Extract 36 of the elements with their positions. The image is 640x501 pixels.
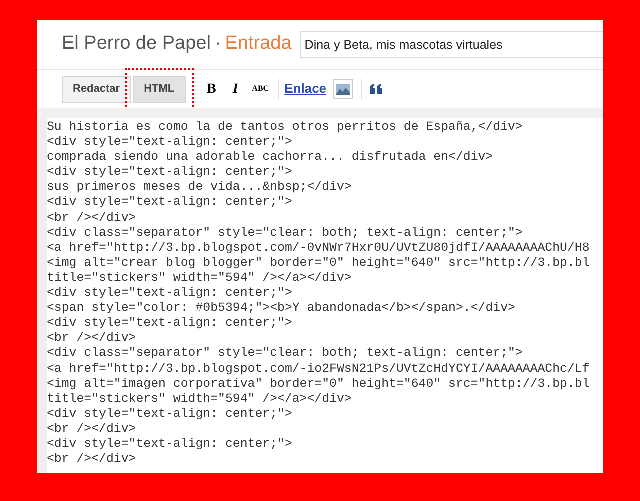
code-line: <img alt="crear blog blogger" border="0" height="640" src="http://3.bp.bl bbox=[47, 256, 590, 271]
code-line: sus primeros meses de vida...&nbsp;</div> bbox=[47, 180, 352, 196]
code-line: <div style="text-align: center;"> bbox=[47, 195, 292, 211]
italic-button[interactable]: I bbox=[224, 78, 248, 100]
code-line: comprada siendo una adorable cachorra... disfrutada en</div> bbox=[47, 150, 494, 166]
code-line: <a href="http://3.bp.blogspot.com/-0vNWr7Hxr0U/UVtZU80jdfI/AAAAAAAAChU/H8 bbox=[47, 240, 590, 256]
image-icon bbox=[336, 84, 350, 94]
code-line: <div class="separator" style="clear: both; text-align: center;"> bbox=[47, 226, 523, 241]
blog-title: El Perro de Papel bbox=[62, 32, 211, 56]
mode-tab[interactable]: Redactar bbox=[62, 76, 132, 102]
code-line: <div class="separator" style="clear: both; text-align: center;"> bbox=[47, 346, 523, 362]
strikethrough-button[interactable]: ABC bbox=[248, 78, 274, 100]
title-separator: · bbox=[214, 32, 222, 56]
code-line: <img alt="imagen corporativa" border="0" height="640" src="http://3.bp.bl bbox=[47, 376, 590, 392]
section-title: Entrada bbox=[225, 32, 292, 56]
image-button[interactable] bbox=[332, 79, 353, 99]
code-line: <span style="color: #0b5394;"><b>Y abandonada</b></span>.</div> bbox=[47, 301, 516, 316]
code-line: <div style="text-align: center;"> bbox=[47, 436, 292, 452]
code-line: <div style="text-align: center;"> bbox=[47, 165, 292, 180]
post-title-field[interactable]: Dina y Beta, mis mascotas virtuales bbox=[300, 31, 603, 58]
code-line: <div style="text-align: center;"> bbox=[47, 286, 292, 302]
code-line: <br /></div> bbox=[47, 452, 136, 468]
code-line: title="stickers" width="594" /></a></div> bbox=[47, 270, 352, 286]
code-line: <div style="text-align: center;"> bbox=[47, 316, 292, 332]
code-line: title="stickers" width="594" /></a></div> bbox=[47, 392, 352, 407]
code-line: <br /></div> bbox=[47, 422, 136, 437]
code-line: <a href="http://3.bp.blogspot.com/-io2FWsN21Ps/UVtZcHdYCYI/AAAAAAAAChc/Lf bbox=[47, 362, 590, 377]
code-line: <br /></div> bbox=[47, 210, 136, 226]
link-button[interactable]: Enlace bbox=[282, 78, 329, 100]
code-line: Su historia es como la de tantos otros perritos de España,</div> bbox=[47, 120, 523, 136]
bold-button[interactable]: B bbox=[200, 78, 224, 100]
quote-icon bbox=[370, 84, 384, 94]
code-line: <div style="text-align: center;"> bbox=[47, 406, 292, 422]
mode-tab[interactable]: HTML bbox=[133, 76, 186, 102]
code-line: <div style="text-align: center;"> bbox=[47, 135, 292, 150]
code-line: <br /></div> bbox=[47, 331, 136, 346]
